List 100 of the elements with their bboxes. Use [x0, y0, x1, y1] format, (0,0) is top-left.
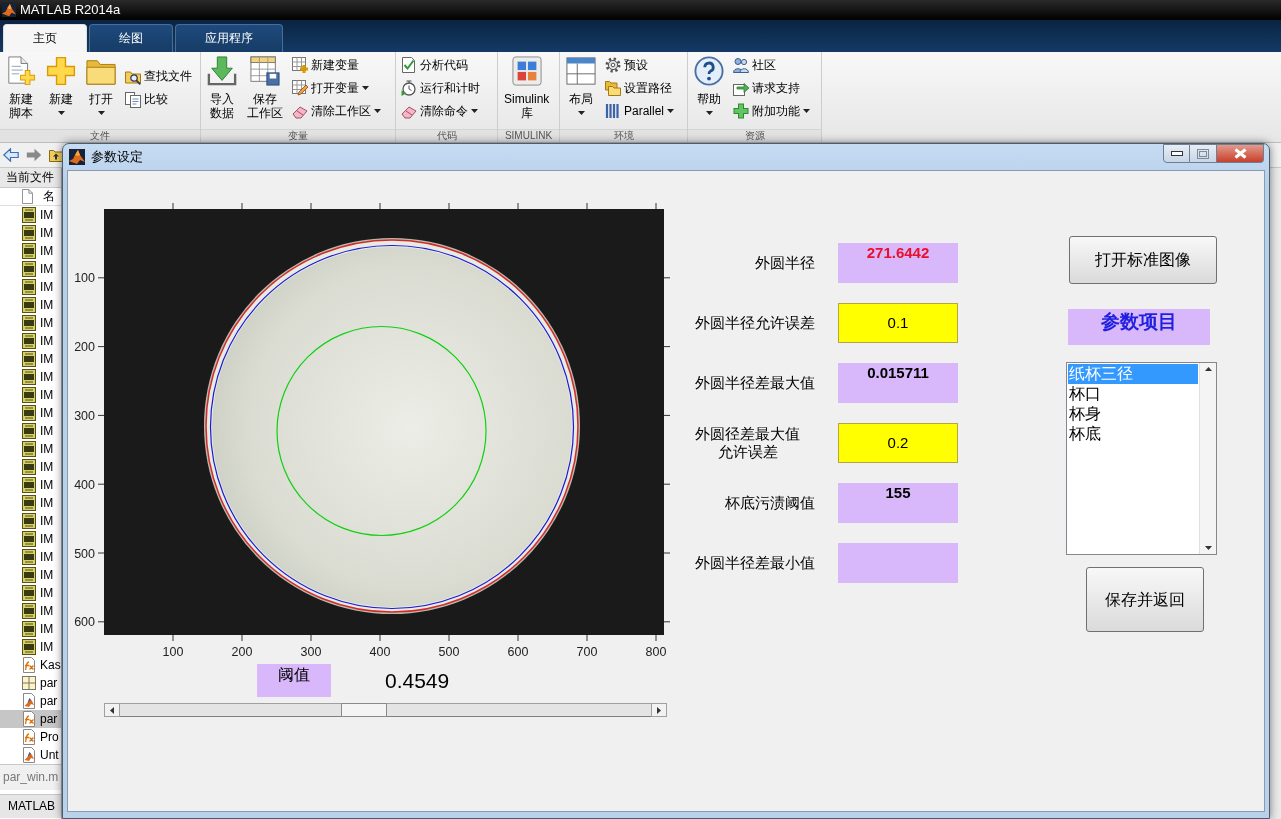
image-file-icon [22, 513, 36, 529]
file-row[interactable]: IM [0, 620, 61, 638]
list-item[interactable]: 杯底 [1068, 424, 1198, 444]
minimize-button[interactable] [1163, 144, 1190, 163]
ribbon-button[interactable]: 打开 [83, 52, 119, 126]
file-row[interactable]: IM [0, 458, 61, 476]
ribbon-button[interactable]: 新建变量 [290, 53, 383, 77]
axis-tick-label: 500 [74, 546, 95, 561]
ribbon-button[interactable]: 新建 脚本 [3, 52, 39, 126]
file-row[interactable]: IM [0, 404, 61, 422]
axis-tick-label: 700 [576, 645, 598, 659]
file-row[interactable]: IM [0, 638, 61, 656]
file-row[interactable]: Unt [0, 746, 61, 764]
bars-icon [605, 103, 621, 119]
axis-tick-label: 200 [74, 340, 95, 355]
caret-icon [803, 109, 810, 113]
list-scrollbar[interactable] [1199, 363, 1216, 554]
file-row[interactable]: IM [0, 548, 61, 566]
image-file-icon [22, 549, 36, 565]
ribbon-button[interactable]: 分析代码 [399, 53, 482, 77]
ribbon-button[interactable]: 清除命令 [399, 99, 482, 123]
ribbon-button[interactable]: 预设 [603, 53, 677, 77]
parameter-list[interactable]: 纸杯三径 杯口 杯身 杯底 [1066, 362, 1217, 555]
app-title: MATLAB R2014a [20, 2, 121, 18]
file-row[interactable]: IM [0, 584, 61, 602]
slider-thumb[interactable] [340, 703, 387, 717]
file-row[interactable]: IM [0, 206, 61, 224]
file-row[interactable]: IM [0, 512, 61, 530]
folder-up-icon[interactable] [49, 148, 63, 162]
file-row[interactable]: IM [0, 494, 61, 512]
threshold-value: 0.4549 [385, 667, 450, 694]
file-row[interactable]: par [0, 674, 61, 692]
file-row[interactable]: IM [0, 602, 61, 620]
file-row[interactable]: IM [0, 224, 61, 242]
ribbon-tab[interactable]: 绘图 [89, 24, 173, 52]
axis-tick-label: 300 [300, 645, 322, 659]
file-row[interactable]: IM [0, 440, 61, 458]
save-return-button[interactable]: 保存并返回 [1086, 567, 1204, 632]
value-input[interactable]: 0.1 [838, 303, 958, 343]
file-row[interactable]: IM [0, 296, 61, 314]
file-row[interactable]: Pro [0, 728, 61, 746]
ribbon-button[interactable]: 新建 [43, 52, 79, 126]
ribbon-button[interactable]: 查找文件 [123, 65, 194, 88]
ribbon-button[interactable]: 打开变量 [290, 76, 383, 100]
ribbon-group-label: 环境 [560, 129, 687, 142]
ribbon-group-label: 代码 [396, 129, 497, 142]
file-row[interactable]: IM [0, 530, 61, 548]
axis-tick-label: 600 [507, 645, 529, 659]
file-row[interactable]: par [0, 692, 61, 710]
table-plus-icon [292, 57, 308, 73]
value-input[interactable]: 0.2 [838, 423, 958, 463]
file-row[interactable]: Kas [0, 656, 61, 674]
slider-right-button[interactable] [651, 703, 667, 717]
table-disk-icon [250, 56, 280, 86]
image-file-icon [22, 459, 36, 475]
slider-left-button[interactable] [104, 703, 120, 717]
down-arrow-icon[interactable] [1204, 546, 1212, 550]
ribbon-button[interactable]: 比较 [123, 88, 194, 111]
file-row[interactable]: par [0, 710, 61, 728]
file-row[interactable]: IM [0, 566, 61, 584]
ribbon-button[interactable]: 帮助 [691, 52, 727, 126]
ribbon-button[interactable]: 请求支持 [731, 76, 812, 100]
file-row[interactable]: IM [0, 350, 61, 368]
file-row[interactable]: IM [0, 278, 61, 296]
ribbon-button[interactable]: 清除工作区 [290, 99, 383, 123]
ribbon-tab[interactable]: 主页 [3, 24, 87, 52]
column-header[interactable]: 名 [43, 189, 55, 204]
ribbon-button[interactable]: 运行和计时 [399, 76, 482, 100]
file-row[interactable]: IM [0, 314, 61, 332]
image-file-icon [22, 243, 36, 259]
image-file-icon [22, 585, 36, 601]
ribbon-button[interactable]: Simulink 库 [501, 52, 553, 126]
file-row[interactable]: IM [0, 332, 61, 350]
image-file-icon [22, 603, 36, 619]
list-item[interactable]: 杯身 [1068, 404, 1198, 424]
file-row[interactable]: IM [0, 386, 61, 404]
file-row[interactable]: IM [0, 422, 61, 440]
ribbon-button[interactable]: 布局 [563, 52, 599, 126]
up-arrow-icon[interactable] [1204, 367, 1212, 371]
open-image-button[interactable]: 打开标准图像 [1069, 236, 1217, 284]
ribbon-button[interactable]: 设置路径 [603, 76, 677, 100]
file-row[interactable]: IM [0, 476, 61, 494]
file-row[interactable]: IM [0, 368, 61, 386]
file-row[interactable]: IM [0, 260, 61, 278]
ribbon-button[interactable]: 社区 [731, 53, 812, 77]
back-arrow-icon[interactable] [3, 148, 19, 162]
ribbon-button[interactable]: 附加功能 [731, 99, 812, 123]
close-button[interactable] [1217, 144, 1264, 163]
image-file-icon [22, 225, 36, 241]
forward-arrow-icon[interactable] [26, 148, 42, 162]
ribbon-button[interactable]: 保存 工作区 [244, 52, 286, 126]
ribbon-tab[interactable]: 应用程序 [175, 24, 283, 52]
file-details: par_win.m [0, 764, 61, 790]
dialog-title: 参数设定 [91, 149, 143, 165]
ribbon-button[interactable]: 导入 数据 [204, 52, 240, 126]
function-file-icon [22, 657, 36, 673]
image-file-icon [22, 297, 36, 313]
list-item[interactable]: 杯口 [1068, 384, 1198, 404]
file-row[interactable]: IM [0, 242, 61, 260]
ribbon-button[interactable]: Parallel [603, 99, 677, 123]
